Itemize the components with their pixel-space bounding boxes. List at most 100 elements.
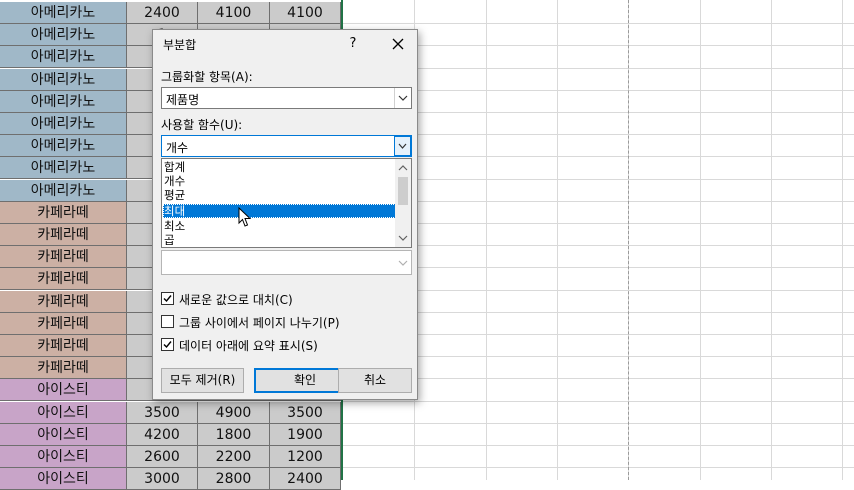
scroll-down-icon[interactable]: [395, 231, 411, 245]
checkmark-icon: [163, 295, 172, 303]
product-name-cell[interactable]: 카페라떼: [0, 201, 127, 224]
checkmark-icon: [163, 341, 172, 349]
product-name-cell[interactable]: 아메리카노: [0, 113, 127, 135]
chevron-down-icon: [398, 260, 408, 266]
value-cell[interactable]: 4100: [270, 2, 341, 24]
gridline: [342, 45, 854, 47]
product-name-cell[interactable]: 아메리카노: [0, 24, 127, 47]
gridline: [342, 23, 854, 25]
value-cell[interactable]: 4900: [198, 401, 270, 424]
checkbox-label: 그룹 사이에서 페이지 나누기(P): [179, 316, 340, 330]
gridline: [342, 267, 854, 269]
product-name-cell[interactable]: 카페라떼: [0, 357, 127, 380]
table-row: 아이스티 3500 4900 3500: [0, 401, 342, 424]
value-cell[interactable]: 2400: [270, 468, 341, 490]
subtotal-fields-list[interactable]: [161, 250, 412, 275]
product-name-cell[interactable]: 아메리카노: [0, 46, 127, 69]
product-name-cell[interactable]: 아메리카노: [0, 179, 127, 202]
gridline: [342, 356, 854, 358]
group-by-select[interactable]: 제품명: [161, 87, 412, 109]
product-name-cell[interactable]: 아메리카노: [0, 90, 127, 113]
value-cell[interactable]: 3500: [270, 401, 341, 424]
product-name-cell[interactable]: 아이스티: [0, 379, 127, 402]
scroll-up-icon[interactable]: [395, 161, 411, 175]
checkbox-label: 데이터 아래에 요약 표시(S): [179, 339, 318, 353]
chevron-down-icon: [398, 95, 408, 101]
function-select[interactable]: 개수: [161, 135, 412, 157]
dialog-title: 부분합: [163, 38, 197, 52]
option-max[interactable]: 최대: [163, 204, 396, 218]
product-name-cell[interactable]: 카페라떼: [0, 268, 127, 291]
gridline: [342, 400, 854, 402]
subtotal-dialog: 부분합 ? 그룹화할 항목(A): 제품명 사용할 함수(U): 개수 합계 개…: [152, 29, 418, 400]
product-name-cell[interactable]: 아메리카노: [0, 157, 127, 180]
group-by-dropdown-button[interactable]: [394, 88, 411, 108]
remove-all-button[interactable]: 모두 제거(R): [161, 368, 244, 393]
cancel-button[interactable]: 취소: [338, 368, 412, 393]
product-name-cell[interactable]: 카페라떼: [0, 335, 127, 357]
value-cell[interactable]: 4100: [198, 2, 270, 24]
product-name-cell[interactable]: 아이스티: [0, 401, 127, 424]
gridline: [342, 467, 854, 469]
product-name-cell[interactable]: 아이스티: [0, 423, 127, 446]
help-button[interactable]: ?: [343, 34, 363, 54]
close-icon: [392, 38, 404, 50]
function-dropdown-button[interactable]: [394, 136, 411, 156]
table-row: 아이스티 3000 2800 2400: [0, 468, 342, 490]
gridline: [342, 311, 854, 313]
gridline: [342, 245, 854, 247]
value-cell[interactable]: 1200: [270, 446, 341, 468]
value-cell[interactable]: 2400: [127, 2, 198, 24]
value-cell[interactable]: 2200: [198, 446, 270, 468]
gridline: [342, 223, 854, 224]
table-row: 아이스티 4200 1800 1900: [0, 423, 342, 446]
gridline: [342, 134, 854, 136]
gridline: [486, 0, 487, 480]
value-cell[interactable]: 2800: [198, 468, 270, 490]
scroll-thumb[interactable]: [398, 177, 408, 205]
gridline: [700, 0, 701, 480]
product-name-cell[interactable]: 아메리카노: [0, 135, 127, 158]
value-cell[interactable]: 3500: [127, 401, 198, 424]
spreadsheet: 아메리카노240041004100아메리카노1아메리카노4아메리카노2아메리카노…: [0, 0, 854, 490]
gridline: [342, 89, 854, 91]
gridline: [342, 112, 854, 113]
gridline: [342, 334, 854, 335]
checkbox-box[interactable]: [161, 338, 174, 351]
product-name-cell[interactable]: 아메리카노: [0, 68, 127, 91]
list-scrollbar[interactable]: [395, 159, 411, 247]
gridline: [342, 67, 854, 69]
close-button[interactable]: [387, 33, 409, 55]
value-cell[interactable]: 4200: [127, 423, 198, 446]
gridline: [342, 289, 854, 291]
mouse-cursor-icon: [238, 207, 252, 227]
checkbox-label: 새로운 값으로 대치(C): [179, 293, 293, 307]
value-cell[interactable]: 1800: [198, 423, 270, 446]
option-average[interactable]: 평균: [163, 188, 396, 202]
checkbox-box[interactable]: [161, 315, 174, 328]
group-by-label: 그룹화할 항목(A):: [161, 70, 253, 84]
product-name-cell[interactable]: 카페라떼: [0, 224, 127, 246]
function-dropdown-list: 합계 개수 평균 최대 최소 곱: [161, 158, 412, 248]
product-name-cell[interactable]: 카페라떼: [0, 246, 127, 269]
function-label: 사용할 함수(U):: [161, 118, 243, 132]
product-name-cell[interactable]: 카페라떼: [0, 312, 127, 335]
value-cell[interactable]: 1900: [270, 423, 341, 446]
product-name-cell[interactable]: 아이스티: [0, 468, 127, 490]
table-row: 아메리카노 2400 4100 4100: [0, 2, 342, 24]
product-name-cell[interactable]: 아이스티: [0, 446, 127, 468]
product-name-cell[interactable]: 카페라떼: [0, 290, 127, 313]
gridline: [342, 200, 854, 202]
option-sum[interactable]: 합계: [163, 160, 396, 174]
option-count[interactable]: 개수: [163, 174, 396, 188]
gridline: [342, 156, 854, 158]
value-cell[interactable]: 2600: [127, 446, 198, 468]
value-cell[interactable]: 3000: [127, 468, 198, 490]
gridline: [557, 0, 558, 480]
function-value: 개수: [166, 141, 189, 155]
product-name-cell[interactable]: 아메리카노: [0, 2, 127, 24]
option-min[interactable]: 최소: [163, 219, 396, 233]
checkbox-box[interactable]: [161, 292, 174, 305]
gridline: [342, 378, 854, 380]
option-product[interactable]: 곱: [163, 233, 396, 247]
